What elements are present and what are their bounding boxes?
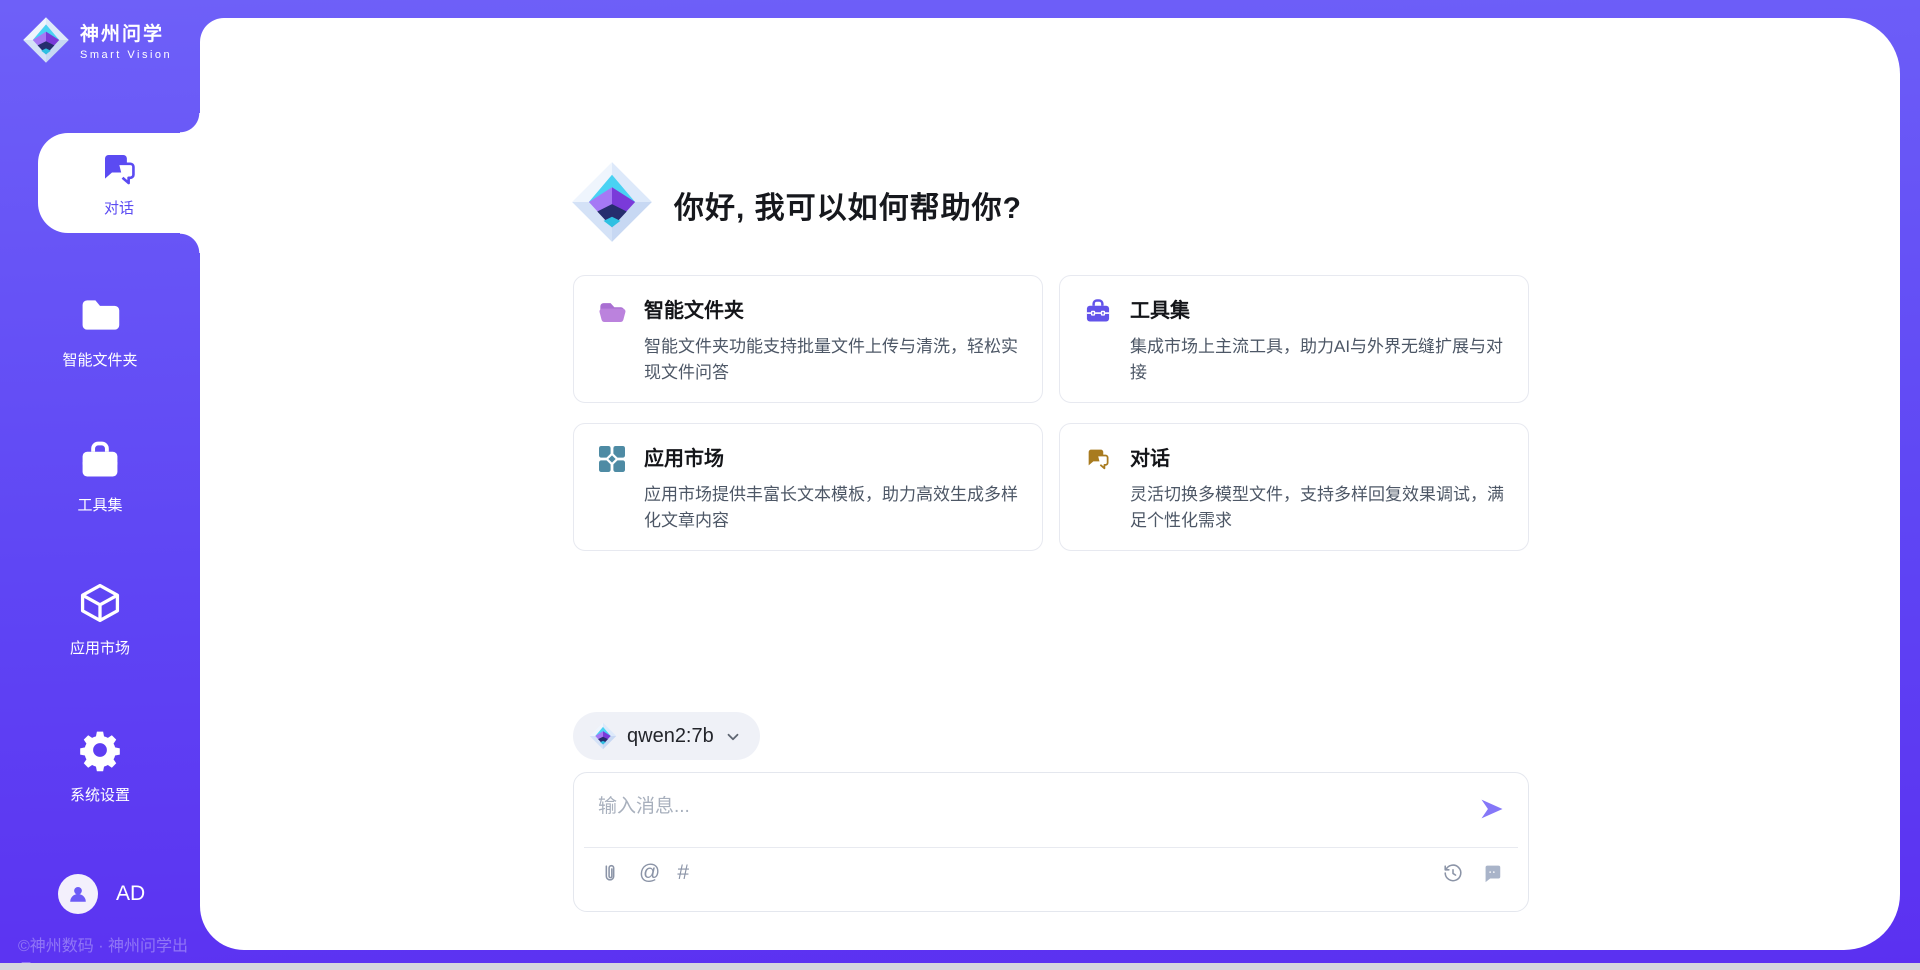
- at-icon[interactable]: @: [639, 861, 660, 885]
- sidebar: 神州问学 Smart Vision 对话 智能文件夹 工具集: [0, 0, 200, 970]
- sidebar-item-label: 对话: [38, 197, 200, 218]
- brand-name: 神州问学: [80, 24, 164, 45]
- gem-diamond-icon: [589, 722, 617, 750]
- brand-gem-icon: [22, 16, 70, 69]
- tab-fillet-top: [180, 113, 200, 133]
- paperclip-icon[interactable]: [598, 861, 622, 885]
- model-selector[interactable]: qwen2:7b: [573, 712, 760, 760]
- toolbox-icon: [1084, 297, 1114, 327]
- card-desc: 应用市场提供丰富长文本模板，助力高效生成多样化文章内容: [644, 482, 1018, 533]
- greeting-title: 你好, 我可以如何帮助你?: [674, 183, 1022, 227]
- folder-icon: [78, 324, 122, 341]
- hash-icon[interactable]: #: [677, 861, 689, 885]
- cube-icon: [78, 612, 122, 629]
- tab-fillet-bottom: [180, 233, 200, 253]
- card-toolset[interactable]: 工具集 集成市场上主流工具，助力AI与外界无缝扩展与对接: [1059, 275, 1529, 403]
- sidebar-item-label: 应用市场: [0, 637, 200, 658]
- sidebar-item-folder[interactable]: 智能文件夹: [0, 293, 200, 370]
- feature-cards: 智能文件夹 智能文件夹功能支持批量文件上传与清洗，轻松实现文件问答 工具集 集成…: [573, 275, 1529, 551]
- greeting: 你好, 我可以如何帮助你?: [570, 160, 1022, 249]
- toolbox-icon: [78, 469, 122, 486]
- bottom-edge-strip: [0, 963, 1920, 970]
- card-title: 智能文件夹: [644, 300, 744, 322]
- sidebar-item-label: 工具集: [0, 494, 200, 515]
- chat-bubbles-icon: [1084, 445, 1114, 475]
- chat-bubbles-icon: [98, 177, 140, 194]
- message-input[interactable]: [598, 791, 1458, 839]
- open-folder-icon: [598, 297, 628, 327]
- model-name: qwen2:7b: [627, 725, 714, 748]
- grid-market-icon: [598, 445, 628, 475]
- gear-icon: [78, 759, 122, 776]
- card-desc: 集成市场上主流工具，助力AI与外界无缝扩展与对接: [1130, 334, 1504, 385]
- sidebar-item-chat[interactable]: 对话: [38, 133, 200, 233]
- brand: 神州问学 Smart Vision: [22, 16, 172, 69]
- avatar[interactable]: [58, 874, 98, 914]
- card-chat[interactable]: 对话 灵活切换多模型文件，支持多样回复效果调试，满足个性化需求: [1059, 423, 1529, 551]
- card-desc: 灵活切换多模型文件，支持多样回复效果调试，满足个性化需求: [1130, 482, 1504, 533]
- user-icon: [67, 883, 89, 905]
- sidebar-item-market[interactable]: 应用市场: [0, 581, 200, 658]
- card-title: 对话: [1130, 448, 1170, 470]
- app-root: 神州问学 Smart Vision 对话 智能文件夹 工具集: [0, 0, 1920, 970]
- brand-subtitle: Smart Vision: [80, 49, 172, 61]
- gem-diamond-icon: [570, 160, 654, 249]
- sidebar-item-tools[interactable]: 工具集: [0, 438, 200, 515]
- card-title: 应用市场: [644, 448, 724, 470]
- sidebar-item-label: 智能文件夹: [0, 349, 200, 370]
- user-row[interactable]: AD: [58, 874, 145, 914]
- history-icon[interactable]: [1441, 861, 1465, 885]
- send-arrow-icon[interactable]: [1478, 795, 1506, 823]
- card-desc: 智能文件夹功能支持批量文件上传与清洗，轻松实现文件问答: [644, 334, 1018, 385]
- sidebar-item-settings[interactable]: 系统设置: [0, 728, 200, 805]
- composer-divider: [584, 847, 1518, 848]
- card-title: 工具集: [1130, 300, 1190, 322]
- comment-icon[interactable]: [1480, 861, 1504, 885]
- composer: @ #: [573, 772, 1529, 912]
- chevron-down-icon: [724, 726, 742, 746]
- card-smart-folder[interactable]: 智能文件夹 智能文件夹功能支持批量文件上传与清洗，轻松实现文件问答: [573, 275, 1043, 403]
- sidebar-item-label: 系统设置: [0, 784, 200, 805]
- user-initials: AD: [116, 882, 145, 906]
- card-app-market[interactable]: 应用市场 应用市场提供丰富长文本模板，助力高效生成多样化文章内容: [573, 423, 1043, 551]
